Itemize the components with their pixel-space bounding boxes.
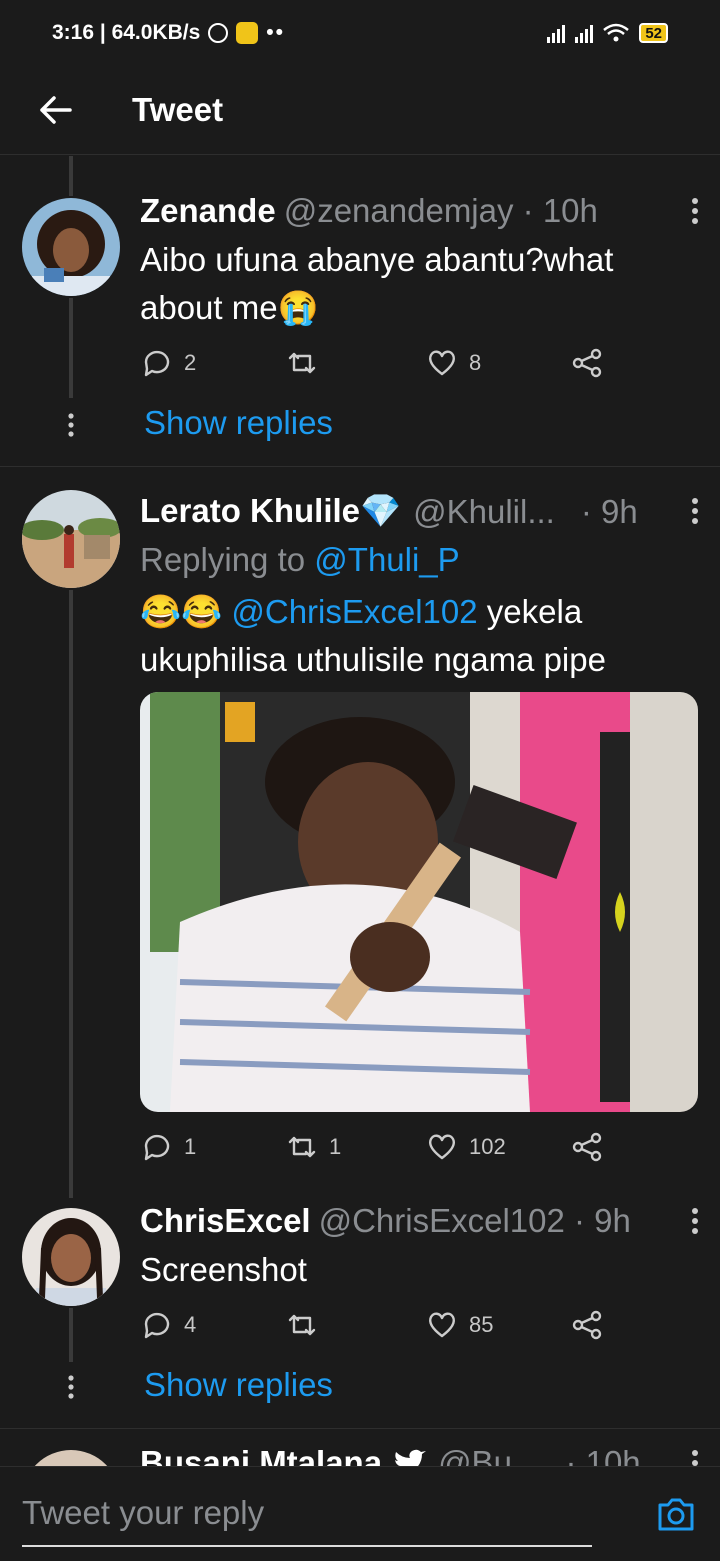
tweet-busani[interactable]: Busani Mtalana @Bu... · 10h [0,0,720,1466]
camera-icon[interactable] [656,1493,696,1533]
author-name[interactable]: Busani Mtalana [140,1444,382,1466]
reply-input[interactable]: Tweet your reply [22,1481,592,1547]
verified-bird-icon [395,1449,427,1466]
more-options-icon[interactable] [690,1448,700,1466]
tweet-time: · 10h [565,1444,641,1466]
reply-bar: Tweet your reply [0,1466,720,1561]
author-handle: @Bu... [438,1444,540,1466]
tweet-header: Busani Mtalana @Bu... · 10h [140,1444,700,1466]
avatar[interactable] [22,1450,120,1466]
